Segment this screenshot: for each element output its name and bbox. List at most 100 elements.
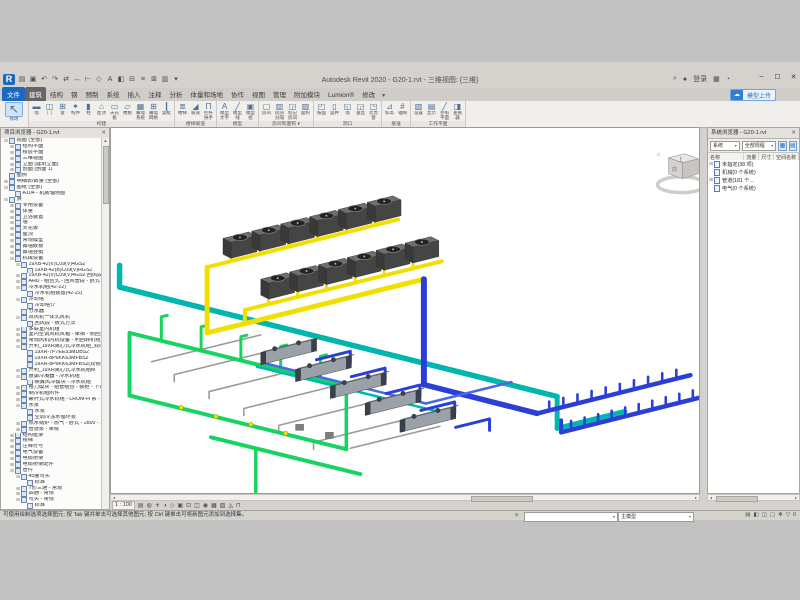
discipline-select[interactable]: 全部规程▾ [742, 141, 777, 151]
view-by-select[interactable]: 系统▾ [710, 141, 740, 151]
filter-icon[interactable]: ▽ [786, 511, 790, 520]
autofit-columns-icon[interactable]: ▦ [778, 141, 786, 151]
ribbon-button-面积[interactable]: ▨面积 [299, 102, 312, 121]
ribbon-button-墙[interactable]: ◱墙 [341, 102, 354, 121]
ribbon-collapse-icon[interactable]: ▾ [379, 90, 388, 101]
valve[interactable] [249, 422, 253, 426]
column-settings-icon[interactable]: ▤ [789, 141, 797, 151]
ribbon-button-坡道[interactable]: ◢坡道 [189, 102, 202, 121]
shadows-icon[interactable]: ◑ [163, 503, 167, 509]
ribbon-button-栏杆扶手[interactable]: Π栏杆扶手 [202, 102, 215, 121]
render-icon[interactable]: ◇ [170, 502, 175, 509]
chiller-body[interactable] [330, 373, 386, 399]
ribbon-button-屋顶[interactable]: ⌂屋顶 [95, 102, 108, 121]
tab-Lumion®[interactable]: Lumion® [324, 90, 358, 101]
ribbon-button-模型线[interactable]: ╱模型线 [231, 102, 244, 121]
exclude-options-icon[interactable]: ▢ [770, 511, 775, 520]
tab-结构[interactable]: 结构 [46, 87, 67, 101]
worksharing-display-icon[interactable]: ▦ [211, 502, 217, 509]
measure-icon[interactable]: ↔ [73, 75, 81, 84]
close-hidden-windows-icon[interactable]: ⊠ [150, 75, 158, 84]
ribbon-button-柱[interactable]: ▮柱 [82, 102, 95, 121]
tab-协作[interactable]: 协作 [227, 87, 248, 101]
close-button[interactable]: ✕ [789, 73, 798, 81]
tree-item[interactable]: 标准 [1, 503, 102, 509]
help-icon[interactable]: ◔ [726, 76, 730, 83]
chiller-body[interactable] [400, 406, 456, 432]
tab-注释[interactable]: 注释 [145, 87, 166, 101]
chiller-end[interactable] [381, 373, 386, 386]
valve[interactable] [179, 405, 183, 409]
sync-icon[interactable]: ⇄ [62, 75, 70, 84]
project-browser-scrollbar[interactable]: ▲ [101, 138, 109, 509]
design-option-select[interactable]: 主模型▾ [618, 512, 694, 522]
maximize-button[interactable]: ☐ [773, 73, 782, 81]
tab-视图[interactable]: 视图 [248, 87, 269, 101]
tab-体量和场地[interactable]: 体量和场地 [187, 87, 228, 101]
sign-in-label[interactable]: 登录 [693, 74, 707, 84]
chiller[interactable] [261, 337, 320, 364]
temporary-view-properties-icon[interactable]: ▧ [220, 502, 226, 509]
ribbon-button-设置[interactable]: ▧设置 [412, 102, 425, 121]
filter-count[interactable]: 0 [793, 511, 796, 520]
chiller-end[interactable] [312, 339, 317, 352]
system-row[interactable]: ⊞管道(181 个… [708, 176, 799, 184]
text-icon[interactable]: A [106, 75, 114, 84]
drawing-area[interactable]: 上 前 ⌂ ◉⌕ [110, 127, 700, 494]
ribbon-button-天花板[interactable]: ▭天花板 [108, 102, 121, 121]
temporary-hide-isolate-icon[interactable]: ◫ [194, 502, 200, 509]
crop-view-icon[interactable]: ▣ [177, 502, 183, 509]
worksets-icon[interactable]: ▤ [745, 511, 750, 520]
ribbon-button-幕墙网格[interactable]: ⊞幕墙网格 [147, 102, 160, 121]
ribbon-button-老虎窗[interactable]: ◳老虎窗 [367, 102, 380, 121]
ribbon-button-垂直[interactable]: ◲垂直 [354, 102, 367, 121]
analytical-model-icon[interactable]: ◬ [228, 502, 233, 509]
ribbon-button-房间[interactable]: ▢房间 [260, 102, 273, 121]
save-icon[interactable]: ▣ [29, 75, 37, 84]
valve[interactable] [283, 431, 287, 435]
ribbon-button-幕墙系统[interactable]: ▦幕墙系统 [134, 102, 147, 121]
aligned-dimension-icon[interactable]: ⊢ [84, 75, 92, 84]
chiller-end[interactable] [400, 419, 405, 432]
section-icon[interactable]: ⊟ [128, 75, 136, 84]
chiller-connector[interactable] [456, 419, 490, 430]
active-workset-select[interactable]: ▾ [524, 512, 618, 522]
pump[interactable] [296, 424, 304, 430]
tag-icon[interactable]: ◇ [95, 75, 103, 84]
ribbon-button-按面[interactable]: ◰按面 [315, 102, 328, 121]
tab-预制[interactable]: 预制 [82, 87, 103, 101]
detail-level-icon[interactable]: ▤ [138, 502, 144, 509]
tab-建筑[interactable]: 建筑 [25, 87, 46, 101]
chiller-end[interactable] [296, 368, 301, 381]
ribbon-button-模型文字[interactable]: A模型文字 [218, 102, 231, 121]
chiller-body[interactable] [261, 339, 317, 365]
constraints-icon[interactable]: ⊓ [236, 502, 241, 509]
app-store-icon[interactable]: ▦ [713, 75, 720, 83]
ribbon-button-标记房间[interactable]: ◲标记房间 [286, 102, 299, 121]
green-riser[interactable] [161, 315, 167, 340]
ribbon-button-参照平面[interactable]: ╱参照平面 [438, 102, 451, 121]
chiller-end[interactable] [346, 356, 351, 369]
search-icon[interactable]: ⌕ [673, 75, 677, 83]
undo-icon[interactable]: ↶ [40, 75, 48, 84]
ribbon-button-墙[interactable]: ▬墙 [30, 102, 43, 121]
chiller-end[interactable] [451, 406, 456, 419]
cooling-tower[interactable] [405, 237, 439, 263]
ribbon-button-模型组[interactable]: ▣模型组 [244, 102, 257, 121]
redo-icon[interactable]: ↷ [51, 75, 59, 84]
scale-button[interactable]: 1 : 100 [112, 501, 135, 510]
chiller-end[interactable] [416, 390, 421, 403]
canvas-h-scrollbar[interactable]: ◂▸ [110, 494, 700, 501]
ribbon-button-修改[interactable]: ↖修改 [1, 102, 27, 127]
tab-分析[interactable]: 分析 [166, 87, 187, 101]
sun-path-icon[interactable]: ☀ [155, 502, 160, 509]
valve[interactable] [214, 414, 218, 418]
crop-region-visible-icon[interactable]: ⊡ [186, 502, 191, 509]
valves-and-pumps[interactable] [179, 405, 333, 438]
tab-钢[interactable]: 钢 [67, 87, 82, 101]
ribbon-button-房间分隔[interactable]: ▥房间分隔 [273, 102, 286, 121]
ribbon-button-查看器[interactable]: ◨查看器 [451, 102, 464, 121]
close-icon[interactable]: ✕ [101, 128, 106, 138]
close-icon[interactable]: ✕ [791, 128, 796, 138]
chiller-end[interactable] [261, 352, 266, 365]
